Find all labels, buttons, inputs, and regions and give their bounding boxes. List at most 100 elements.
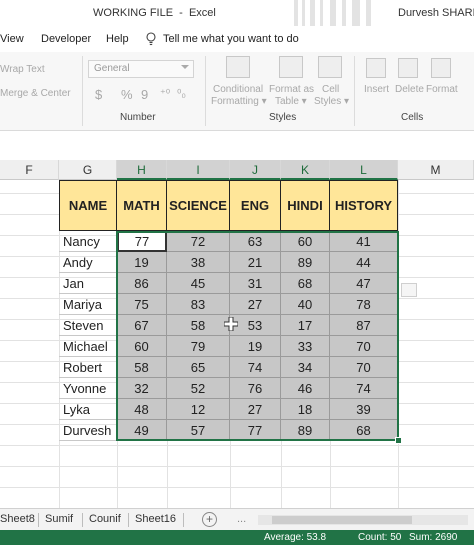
menu-help[interactable]: Help xyxy=(106,33,129,45)
score-cell[interactable]: 63 xyxy=(230,231,281,252)
column-header-K[interactable]: K xyxy=(281,160,330,180)
sheet-tab-sheet16[interactable]: Sheet16 xyxy=(135,513,176,525)
score-cell[interactable]: 58 xyxy=(167,315,230,336)
comma-button[interactable]: 9 xyxy=(141,87,148,102)
column-header-J[interactable]: J xyxy=(230,160,281,180)
score-cell[interactable]: 77 xyxy=(230,420,281,441)
score-cell[interactable]: 17 xyxy=(281,315,330,336)
score-cell[interactable]: 48 xyxy=(117,399,167,420)
column-header-M[interactable]: M xyxy=(398,160,474,180)
decrease-decimal-button[interactable]: ⁰₀ xyxy=(177,87,186,100)
insert-button[interactable]: Insert xyxy=(364,84,389,95)
score-cell[interactable]: 86 xyxy=(117,273,167,294)
table-header-cell[interactable]: HISTORY xyxy=(330,180,398,231)
wrap-text-button[interactable]: Wrap Text xyxy=(0,64,45,75)
score-cell[interactable]: 60 xyxy=(117,336,167,357)
score-cell[interactable]: 74 xyxy=(230,357,281,378)
score-cell[interactable]: 89 xyxy=(281,420,330,441)
score-cell[interactable]: 87 xyxy=(330,315,398,336)
conditional-formatting-line1[interactable]: Conditional xyxy=(213,84,263,95)
format-as-table-line2[interactable]: Table ▾ xyxy=(275,96,307,107)
score-cell[interactable]: 75 xyxy=(117,294,167,315)
score-cell[interactable]: 21 xyxy=(230,252,281,273)
score-cell[interactable]: 12 xyxy=(167,399,230,420)
name-cell[interactable]: Nancy xyxy=(59,231,117,252)
merge-center-button[interactable]: Merge & Center xyxy=(0,88,71,99)
column-header-H[interactable]: H xyxy=(117,160,167,180)
name-cell[interactable]: Durvesh xyxy=(59,420,117,441)
conditional-formatting-line2[interactable]: Formatting ▾ xyxy=(211,96,267,107)
score-cell[interactable]: 40 xyxy=(281,294,330,315)
table-header-cell[interactable]: ENG xyxy=(230,180,281,231)
increase-decimal-button[interactable]: ⁺⁰ xyxy=(160,87,170,100)
table-header-cell[interactable]: HINDI xyxy=(281,180,330,231)
score-cell[interactable]: 70 xyxy=(330,357,398,378)
score-cell[interactable]: 31 xyxy=(230,273,281,294)
score-cell[interactable]: 46 xyxy=(281,378,330,399)
score-cell[interactable]: 44 xyxy=(330,252,398,273)
column-header-F[interactable]: F xyxy=(0,160,59,180)
user-name[interactable]: Durvesh SHARMA xyxy=(398,7,474,19)
delete-button[interactable]: Delete xyxy=(395,84,424,95)
table-header-cell[interactable]: SCIENCE xyxy=(167,180,230,231)
score-cell[interactable]: 83 xyxy=(167,294,230,315)
name-cell[interactable]: Michael xyxy=(59,336,117,357)
score-cell[interactable]: 18 xyxy=(281,399,330,420)
score-cell[interactable]: 74 xyxy=(330,378,398,399)
cell-styles-line2[interactable]: Styles ▾ xyxy=(314,96,349,107)
score-cell[interactable]: 19 xyxy=(117,252,167,273)
score-cell[interactable]: 76 xyxy=(230,378,281,399)
table-header-cell[interactable]: NAME xyxy=(59,180,117,231)
score-cell[interactable]: 34 xyxy=(281,357,330,378)
sheet-tab-sheet8[interactable]: Sheet8 xyxy=(0,513,35,525)
sheet-tab-counif[interactable]: Counif xyxy=(89,513,121,525)
name-cell[interactable]: Yvonne xyxy=(59,378,117,399)
add-sheet-button[interactable]: + xyxy=(202,512,217,527)
score-cell[interactable]: 49 xyxy=(117,420,167,441)
tell-me-search[interactable]: Tell me what you want to do xyxy=(163,33,299,45)
score-cell[interactable]: 47 xyxy=(330,273,398,294)
name-cell[interactable]: Robert xyxy=(59,357,117,378)
fill-handle[interactable] xyxy=(395,437,402,444)
percent-button[interactable]: % xyxy=(121,87,133,102)
score-cell[interactable]: 60 xyxy=(281,231,330,252)
score-cell[interactable]: 70 xyxy=(330,336,398,357)
currency-button[interactable]: $ xyxy=(95,87,102,102)
score-cell[interactable]: 68 xyxy=(330,420,398,441)
score-cell[interactable]: 58 xyxy=(117,357,167,378)
number-format-dropdown[interactable]: General xyxy=(88,60,194,78)
menu-developer[interactable]: Developer xyxy=(41,33,91,45)
score-cell[interactable]: 72 xyxy=(167,231,230,252)
column-header-G[interactable]: G xyxy=(59,160,117,180)
name-cell[interactable]: Mariya xyxy=(59,294,117,315)
cell-styles-line1[interactable]: Cell xyxy=(322,84,339,95)
score-cell[interactable]: 78 xyxy=(330,294,398,315)
column-header-L[interactable]: L xyxy=(330,160,398,180)
worksheet-grid[interactable]: F G H I J K L M NAME MATH SCIENCE ENG HINDI H… xyxy=(0,160,474,508)
score-cell[interactable]: 45 xyxy=(167,273,230,294)
table-header-cell[interactable]: MATH xyxy=(117,180,167,231)
score-cell[interactable]: 38 xyxy=(167,252,230,273)
score-cell[interactable]: 79 xyxy=(167,336,230,357)
format-as-table-line1[interactable]: Format as xyxy=(269,84,314,95)
score-cell[interactable]: 33 xyxy=(281,336,330,357)
column-header-I[interactable]: I xyxy=(167,160,230,180)
score-cell[interactable]: 32 xyxy=(117,378,167,399)
score-cell[interactable]: 68 xyxy=(281,273,330,294)
active-cell[interactable]: 77 xyxy=(117,231,167,252)
score-cell[interactable]: 39 xyxy=(330,399,398,420)
score-cell[interactable]: 27 xyxy=(230,399,281,420)
name-cell[interactable]: Steven xyxy=(59,315,117,336)
score-cell[interactable]: 19 xyxy=(230,336,281,357)
score-cell[interactable]: 27 xyxy=(230,294,281,315)
scrollbar-thumb[interactable] xyxy=(272,516,412,524)
name-cell[interactable]: Lyka xyxy=(59,399,117,420)
name-cell[interactable]: Andy xyxy=(59,252,117,273)
menu-view[interactable]: View xyxy=(0,33,24,45)
horizontal-scrollbar[interactable] xyxy=(258,515,468,525)
quick-analysis-icon[interactable] xyxy=(401,283,417,297)
more-sheets-icon[interactable]: ... xyxy=(237,513,246,525)
format-button[interactable]: Format xyxy=(426,84,458,95)
name-cell[interactable]: Jan xyxy=(59,273,117,294)
score-cell[interactable]: 89 xyxy=(281,252,330,273)
